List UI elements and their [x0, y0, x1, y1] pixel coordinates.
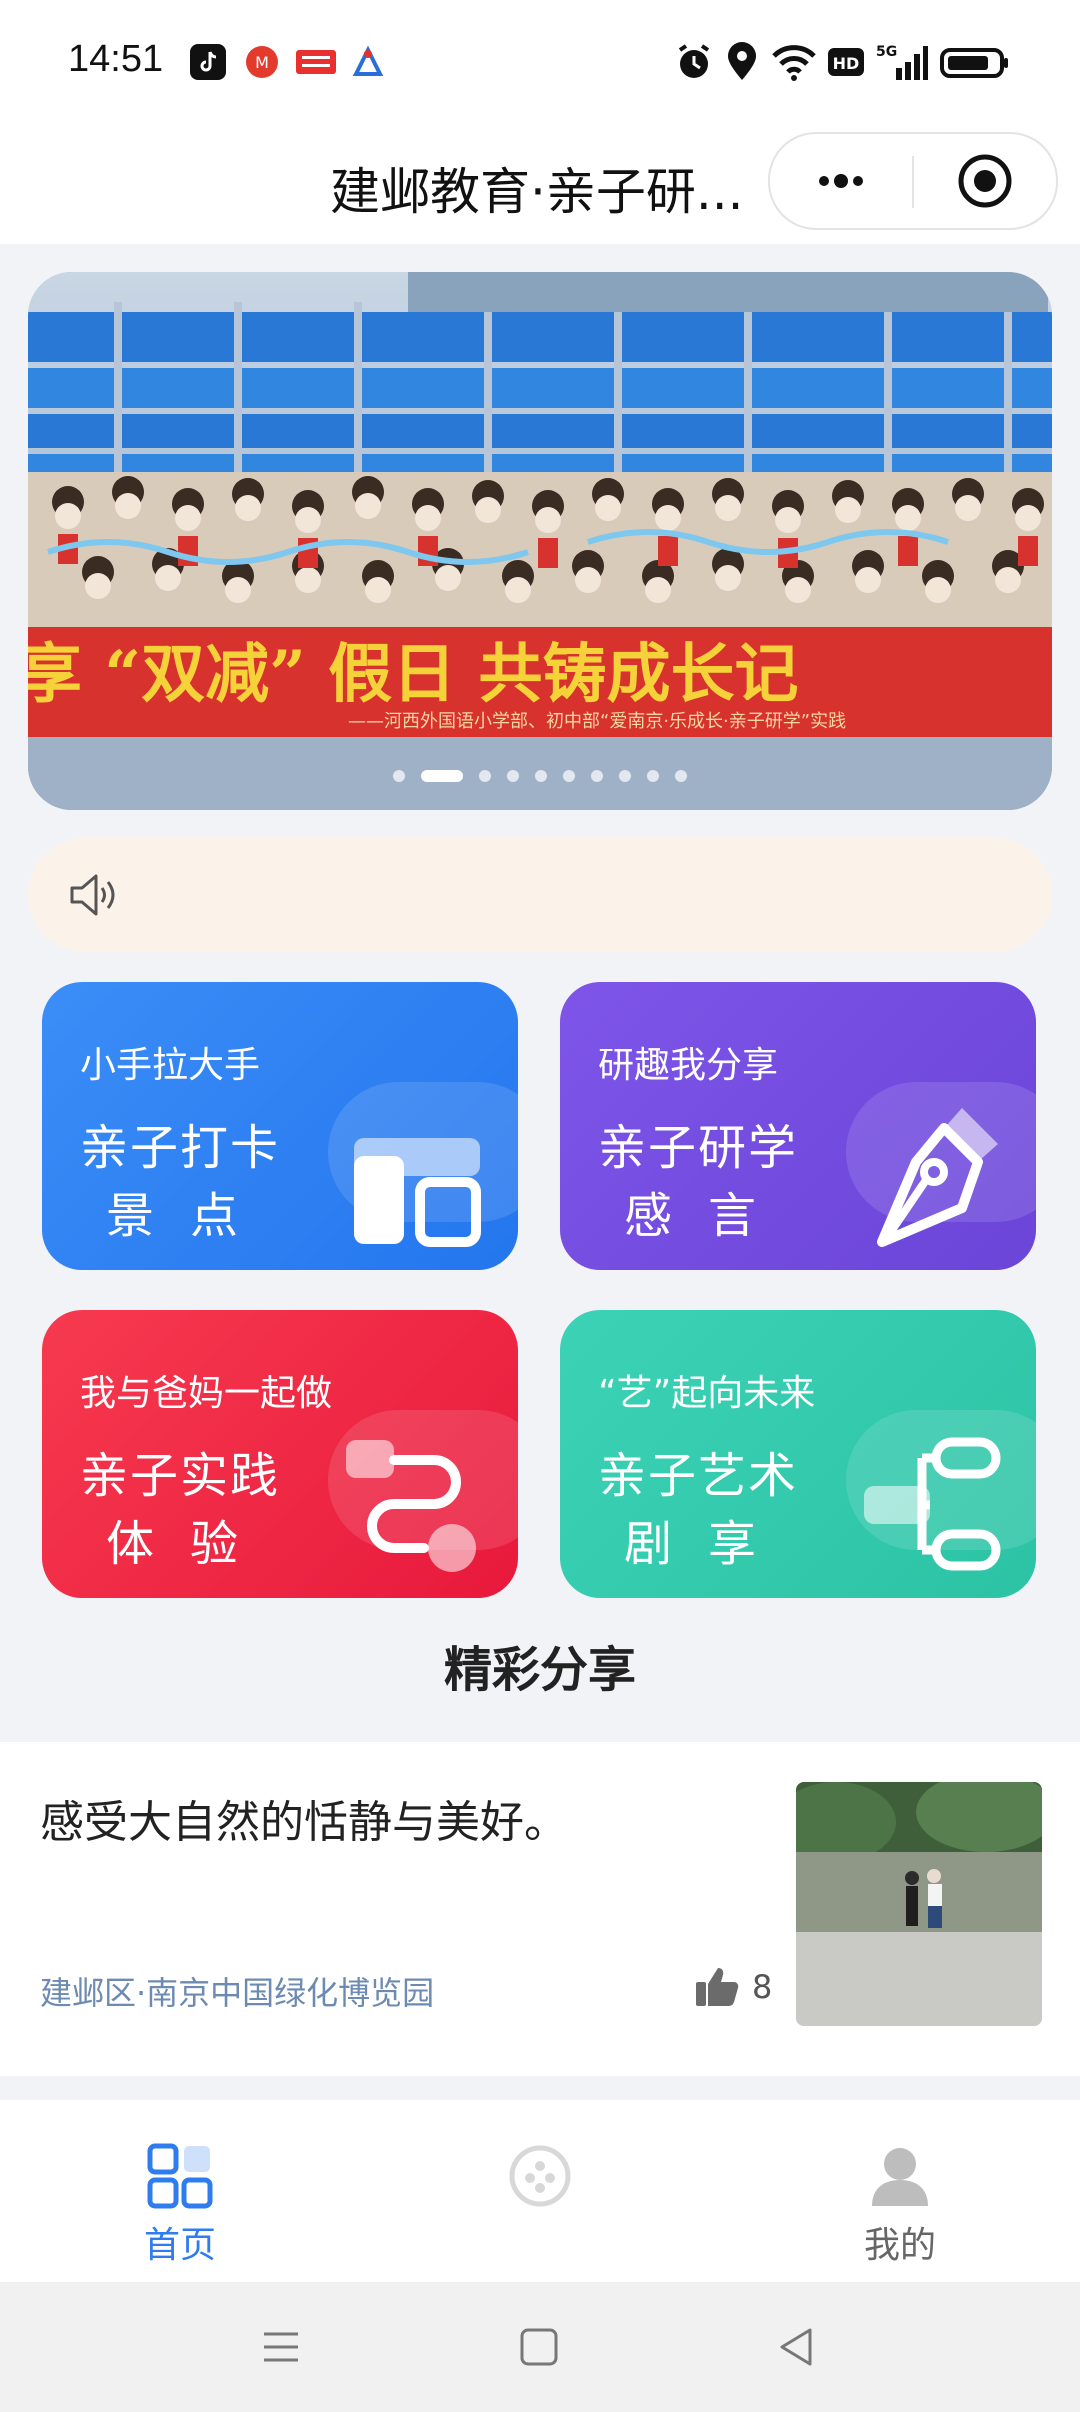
carousel-dot[interactable]	[591, 769, 603, 782]
bottom-tab-bar: 首页 我的	[0, 2100, 1080, 2282]
card-art-sharing[interactable]: “艺”起向未来 亲子艺术 剧享	[560, 1310, 1036, 1598]
center-circle-icon	[509, 2145, 571, 2207]
like-count: 8	[752, 1968, 773, 2006]
mind-map-icon	[864, 1437, 1001, 1571]
notice-bar[interactable]	[28, 838, 1052, 952]
section-title: 精彩分享	[443, 1642, 636, 1698]
card-title: 亲子研学	[598, 1120, 799, 1176]
system-navigation-bar	[0, 2282, 1080, 2412]
thumbs-up-icon[interactable]	[694, 1964, 740, 2008]
share-location: 建邺区·南京中国绿化博览园	[40, 1974, 435, 2012]
speaker-icon	[70, 874, 115, 916]
menu-icon[interactable]	[256, 2322, 306, 2372]
m-app-icon: M	[246, 46, 278, 78]
alarm-icon	[678, 44, 710, 78]
card-title-line2: 体验	[106, 1516, 275, 1572]
wifi-icon	[772, 45, 816, 81]
carousel-dot[interactable]	[647, 769, 659, 782]
carousel-dot[interactable]	[619, 769, 631, 782]
status-bar: 14:51 M HD 5G	[0, 0, 1080, 124]
carousel-dot[interactable]	[535, 769, 547, 782]
tab-center[interactable]	[390, 2100, 690, 2282]
home-grid-icon	[147, 2143, 213, 2209]
svg-text:HD: HD	[833, 54, 860, 73]
capsule-menu	[768, 132, 1058, 230]
profile-icon	[872, 2148, 928, 2206]
hd-icon: HD	[828, 48, 864, 76]
mini-program-header: 建邺教育·亲子研...	[0, 124, 1080, 244]
tab-home[interactable]: 首页	[30, 2100, 330, 2282]
card-title: 亲子打卡	[80, 1120, 281, 1176]
carousel-dot[interactable]	[421, 769, 463, 782]
carousel-indicator[interactable]	[28, 765, 1052, 784]
svg-text:M: M	[255, 53, 269, 72]
card-subtitle: 研趣我分享	[598, 1045, 779, 1086]
banner-photo: 享 “双减” 假日 共铸成长记 ——河西外国语小学部、初中部“爱南京·乐成长·亲…	[28, 272, 1052, 810]
card-study-reflections[interactable]: 研趣我分享 亲子研学 感言	[560, 982, 1036, 1270]
card-checkin-spots[interactable]: 小手拉大手 亲子打卡 景点	[42, 982, 518, 1270]
navi-icon	[352, 45, 384, 76]
park-photo[interactable]	[796, 1782, 1042, 2026]
more-dots-icon[interactable]	[808, 156, 874, 206]
svg-text:——河西外国语小学部、初中部“爱南京·乐成长·亲子研学”实践: ——河西外国语小学部、初中部“爱南京·乐成长·亲子研学”实践	[348, 711, 846, 732]
5g-signal-icon: 5G	[876, 44, 928, 80]
tab-label: 首页	[143, 2225, 216, 2266]
battery-icon	[940, 48, 1008, 78]
share-list-item[interactable]: 感受大自然的恬静与美好。 建邺区·南京中国绿化博览园 8	[0, 1742, 1080, 2076]
tab-label: 我的	[863, 2225, 936, 2266]
carousel-dot[interactable]	[507, 769, 519, 782]
page-title: 建邺教育·亲子研...	[330, 163, 744, 221]
card-subtitle: “艺”起向未来	[598, 1373, 816, 1414]
carousel-dot[interactable]	[479, 769, 491, 782]
tab-profile[interactable]: 我的	[750, 2100, 1050, 2282]
card-title-line2: 剧享	[624, 1516, 793, 1572]
location-icon	[728, 42, 756, 80]
card-title: 亲子艺术	[598, 1448, 799, 1504]
mini-program-close-icon[interactable]	[956, 152, 1014, 210]
carousel-dot[interactable]	[563, 769, 575, 782]
toutiao-icon	[296, 50, 336, 74]
carousel-dot[interactable]	[675, 769, 687, 782]
card-title-line2: 感言	[624, 1188, 793, 1244]
svg-text:5G: 5G	[876, 44, 897, 60]
card-title: 亲子实践	[80, 1448, 281, 1504]
flow-path-icon	[346, 1440, 476, 1572]
banner-carousel[interactable]: 享 “双减” 假日 共铸成长记 ——河西外国语小学部、初中部“爱南京·乐成长·亲…	[28, 272, 1052, 810]
share-text: 感受大自然的恬静与美好。	[40, 1797, 568, 1848]
card-subtitle: 小手拉大手	[80, 1045, 261, 1086]
tiktok-icon	[190, 44, 226, 80]
carousel-dot[interactable]	[393, 769, 405, 782]
svg-text:享 “双减” 假日 共铸成长记: 享 “双减” 假日 共铸成长记	[28, 637, 798, 712]
card-title-line2: 景点	[106, 1188, 275, 1244]
card-subtitle: 我与爸妈一起做	[80, 1373, 333, 1414]
capsule-divider	[912, 156, 914, 208]
layout-panels-icon	[354, 1138, 481, 1247]
status-time: 14:51	[68, 38, 164, 80]
pen-nib-icon	[877, 1108, 998, 1247]
card-practice-experience[interactable]: 我与爸妈一起做 亲子实践 体验	[42, 1310, 518, 1598]
back-triangle-icon[interactable]	[772, 2322, 822, 2372]
home-square-icon[interactable]	[514, 2322, 564, 2372]
